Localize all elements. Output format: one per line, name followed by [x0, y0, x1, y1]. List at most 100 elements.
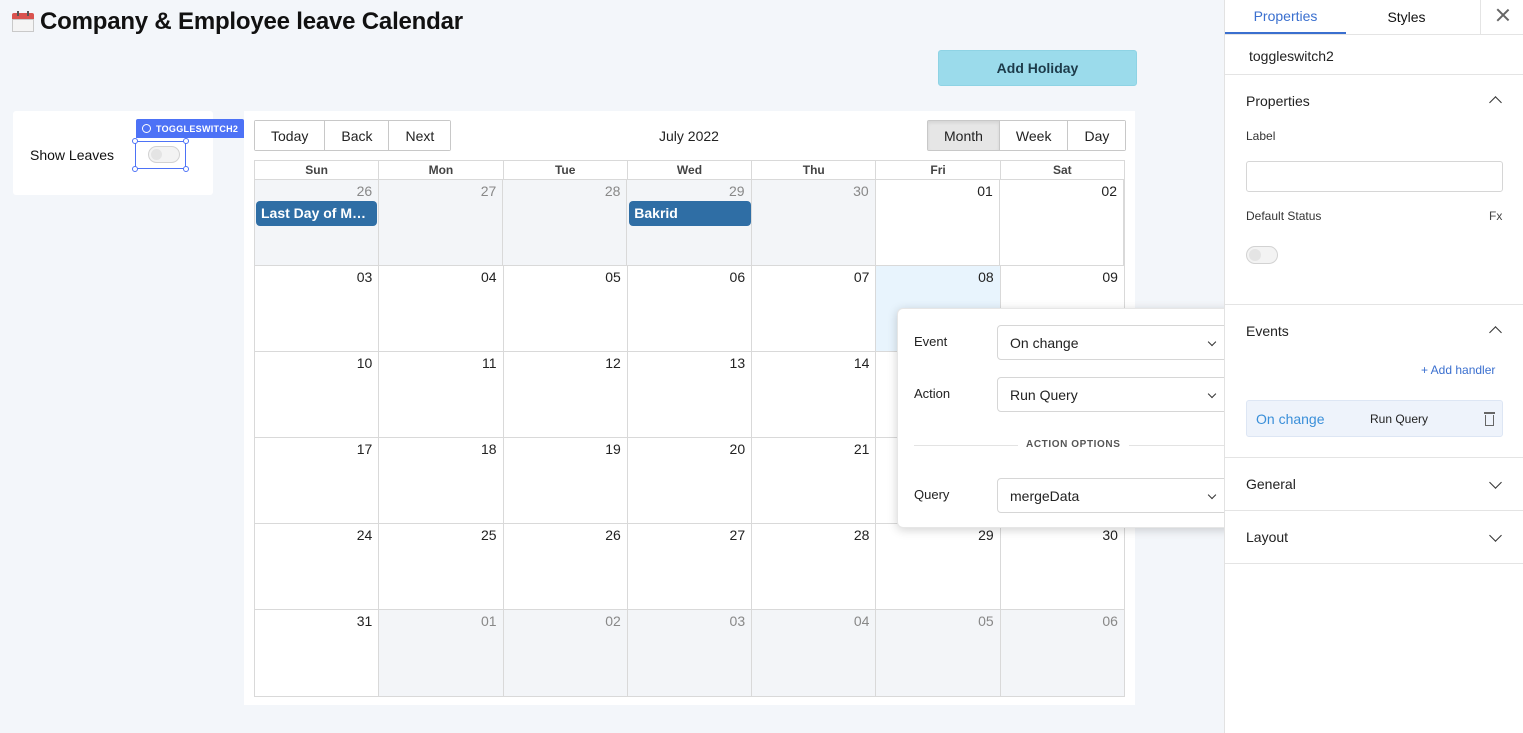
- day-cell[interactable]: 10: [255, 352, 380, 437]
- day-number[interactable]: 04: [481, 269, 497, 285]
- label-input[interactable]: [1246, 161, 1503, 192]
- week-view-button[interactable]: Week: [999, 121, 1069, 150]
- day-cell[interactable]: 14: [752, 352, 877, 437]
- show-leaves-toggle[interactable]: [148, 146, 180, 163]
- tab-styles[interactable]: Styles: [1346, 0, 1467, 34]
- trash-icon[interactable]: [1484, 411, 1495, 426]
- day-number[interactable]: 28: [605, 183, 621, 199]
- events-section-title[interactable]: Events: [1246, 323, 1289, 339]
- day-view-button[interactable]: Day: [1068, 121, 1126, 150]
- day-number[interactable]: 07: [854, 269, 870, 285]
- day-number[interactable]: 27: [730, 527, 746, 543]
- day-cell[interactable]: 07: [752, 266, 877, 351]
- day-cell[interactable]: 11: [379, 352, 504, 437]
- next-button[interactable]: Next: [389, 121, 451, 150]
- day-cell[interactable]: 26: [504, 524, 628, 609]
- chevron-down-icon[interactable]: [1489, 529, 1502, 542]
- day-cell[interactable]: 12: [504, 352, 628, 437]
- day-cell[interactable]: 17: [255, 438, 380, 523]
- day-number[interactable]: 20: [730, 441, 746, 457]
- day-number[interactable]: 21: [854, 441, 870, 457]
- day-number[interactable]: 05: [605, 269, 621, 285]
- day-cell[interactable]: 20: [628, 438, 753, 523]
- day-cell[interactable]: 06: [628, 266, 753, 351]
- day-cell[interactable]: 02: [1000, 180, 1124, 265]
- day-cell[interactable]: 18: [379, 438, 504, 523]
- event-select[interactable]: On change: [997, 325, 1230, 360]
- properties-section-title[interactable]: Properties: [1246, 93, 1310, 109]
- day-cell[interactable]: 19: [504, 438, 628, 523]
- event-handler-row[interactable]: On change Run Query: [1246, 400, 1503, 437]
- day-cell[interactable]: 04: [379, 266, 504, 351]
- day-number[interactable]: 09: [1102, 269, 1118, 285]
- calendar-event[interactable]: Bakrid: [629, 201, 751, 226]
- day-cell[interactable]: 05: [504, 266, 628, 351]
- day-number[interactable]: 06: [1102, 613, 1118, 629]
- default-status-toggle[interactable]: [1246, 246, 1278, 264]
- day-number[interactable]: 30: [1102, 527, 1118, 543]
- day-number[interactable]: 19: [605, 441, 621, 457]
- day-cell[interactable]: 25: [379, 524, 504, 609]
- day-number[interactable]: 24: [357, 527, 373, 543]
- resize-handle[interactable]: [183, 138, 189, 144]
- day-number[interactable]: 11: [482, 355, 497, 371]
- day-cell[interactable]: 24: [255, 524, 380, 609]
- day-number[interactable]: 08: [978, 269, 994, 285]
- day-cell[interactable]: 27: [379, 180, 504, 265]
- day-cell[interactable]: 28: [503, 180, 628, 265]
- day-cell[interactable]: 30: [1001, 524, 1124, 609]
- day-number[interactable]: 14: [854, 355, 870, 371]
- day-number[interactable]: 27: [481, 183, 497, 199]
- fx-toggle[interactable]: Fx: [1489, 209, 1502, 223]
- calendar-event[interactable]: Last Day of Moh…: [256, 201, 378, 226]
- action-select[interactable]: Run Query: [997, 377, 1230, 412]
- day-number[interactable]: 02: [605, 613, 621, 629]
- add-holiday-button[interactable]: Add Holiday: [938, 50, 1137, 86]
- resize-handle[interactable]: [132, 166, 138, 172]
- day-number[interactable]: 01: [977, 183, 993, 199]
- day-cell[interactable]: 01: [876, 180, 1000, 265]
- day-number[interactable]: 13: [730, 355, 746, 371]
- day-number[interactable]: 04: [854, 613, 870, 629]
- day-cell[interactable]: 03: [255, 266, 380, 351]
- day-cell[interactable]: 04: [752, 610, 877, 696]
- day-number[interactable]: 06: [730, 269, 746, 285]
- day-number[interactable]: 26: [605, 527, 621, 543]
- day-number[interactable]: 28: [854, 527, 870, 543]
- day-cell[interactable]: 21: [752, 438, 877, 523]
- day-number[interactable]: 01: [481, 613, 497, 629]
- day-cell[interactable]: 28: [752, 524, 877, 609]
- day-cell[interactable]: 27: [628, 524, 753, 609]
- day-number[interactable]: 02: [1101, 183, 1117, 199]
- day-number[interactable]: 05: [978, 613, 994, 629]
- day-number[interactable]: 25: [481, 527, 497, 543]
- resize-handle[interactable]: [183, 166, 189, 172]
- tab-properties[interactable]: Properties: [1225, 0, 1346, 34]
- back-button[interactable]: Back: [325, 121, 390, 150]
- day-cell[interactable]: 03: [627, 610, 753, 696]
- today-button[interactable]: Today: [255, 121, 326, 150]
- close-icon[interactable]: [1495, 7, 1511, 23]
- day-number[interactable]: 03: [730, 613, 746, 629]
- day-number[interactable]: 10: [357, 355, 373, 371]
- chevron-up-icon[interactable]: [1489, 326, 1502, 339]
- day-number[interactable]: 03: [357, 269, 373, 285]
- day-cell[interactable]: 05: [876, 610, 1001, 696]
- day-number[interactable]: 30: [853, 183, 869, 199]
- day-cell[interactable]: 06: [1000, 610, 1124, 696]
- add-handler-button[interactable]: + Add handler: [1421, 363, 1495, 377]
- day-number[interactable]: 17: [357, 441, 373, 457]
- layout-section-title[interactable]: Layout: [1246, 529, 1288, 545]
- resize-handle[interactable]: [132, 138, 138, 144]
- widget-selection-tag[interactable]: TOGGLESWITCH2: [136, 119, 244, 138]
- day-cell[interactable]: 30: [751, 180, 876, 265]
- day-cell[interactable]: 29: [876, 524, 1001, 609]
- general-section-title[interactable]: General: [1246, 476, 1296, 492]
- day-number[interactable]: 29: [729, 183, 745, 199]
- query-select[interactable]: mergeData: [997, 478, 1230, 513]
- day-cell[interactable]: 13: [628, 352, 753, 437]
- day-cell[interactable]: 01: [379, 610, 504, 696]
- month-view-button[interactable]: Month: [928, 121, 1000, 150]
- day-cell[interactable]: 31: [255, 610, 380, 696]
- day-number[interactable]: 31: [357, 613, 373, 629]
